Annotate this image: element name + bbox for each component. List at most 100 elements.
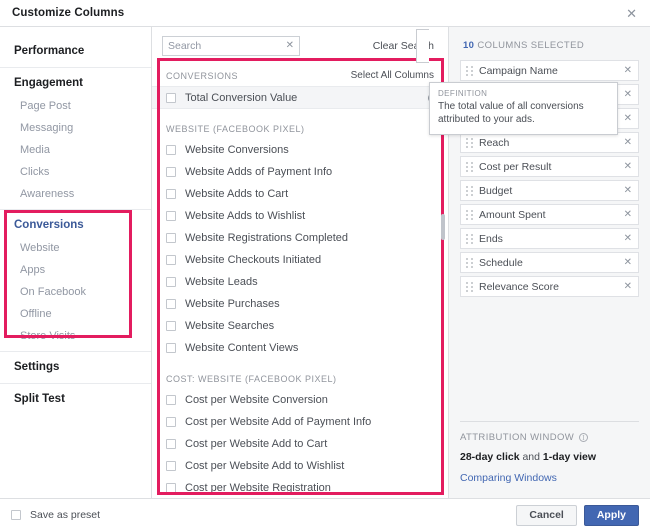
list-item-label: Website Checkouts Initiated <box>185 254 322 266</box>
list-item[interactable]: Total Conversion Value i <box>152 86 448 109</box>
sidebar-item-messaging[interactable]: Messaging <box>0 117 151 139</box>
checkbox[interactable] <box>166 145 176 155</box>
selected-column-chip[interactable]: Cost per Result ✕ <box>460 156 639 177</box>
list-item[interactable]: Website Adds of Payment Info <box>152 161 448 183</box>
sidebar-item-engagement[interactable]: Engagement <box>0 67 151 95</box>
drag-handle-icon[interactable] <box>466 65 473 76</box>
footer-actions: Cancel Apply <box>516 504 639 526</box>
checkbox[interactable] <box>166 461 176 471</box>
selected-column-chip[interactable]: Schedule ✕ <box>460 252 639 273</box>
remove-column-icon[interactable]: ✕ <box>619 113 632 124</box>
checkbox[interactable] <box>166 343 176 353</box>
sidebar-item-media[interactable]: Media <box>0 139 151 161</box>
drag-handle-icon[interactable] <box>466 209 473 220</box>
sidebar-item-performance[interactable]: Performance <box>0 39 151 63</box>
sidebar-item-page-post[interactable]: Page Post <box>0 95 151 117</box>
list-item[interactable]: Website Registrations Completed <box>152 227 448 249</box>
list-item-label: Website Adds to Cart <box>185 188 289 200</box>
selected-column-chip[interactable]: Amount Spent ✕ <box>460 204 639 225</box>
sidebar-item-label: Engagement <box>14 77 84 89</box>
attribution-and: and <box>519 451 543 463</box>
selected-columns-panel: 10 COLUMNS SELECTED Campaign Name ✕ Deli… <box>416 27 650 498</box>
list-scrollbar-thumb[interactable] <box>441 214 445 240</box>
sidebar-item-awareness[interactable]: Awareness <box>0 183 151 205</box>
save-as-preset-label: Save as preset <box>30 509 101 521</box>
drag-handle-icon[interactable] <box>466 257 473 268</box>
attribution-window-header: ATTRIBUTION WINDOW i <box>460 432 639 443</box>
checkbox[interactable] <box>11 510 21 520</box>
list-item[interactable]: Cost per Website Add to Cart <box>152 433 448 455</box>
list-item-label: Website Conversions <box>185 144 289 156</box>
remove-column-icon[interactable]: ✕ <box>619 161 632 172</box>
search-clear-icon[interactable]: ✕ <box>286 41 294 51</box>
remove-column-icon[interactable]: ✕ <box>619 137 632 148</box>
list-item[interactable]: Website Checkouts Initiated <box>152 249 448 271</box>
checkbox[interactable] <box>166 277 176 287</box>
remove-column-icon[interactable]: ✕ <box>619 65 632 76</box>
drag-handle-icon[interactable] <box>466 161 473 172</box>
tooltip-text: The total value of all conversions attri… <box>438 101 584 125</box>
sidebar-item-clicks[interactable]: Clicks <box>0 161 151 183</box>
checkbox[interactable] <box>166 167 176 177</box>
checkbox[interactable] <box>166 255 176 265</box>
close-icon[interactable]: ✕ <box>623 5 640 22</box>
list-item[interactable]: Website Adds to Cart <box>152 183 448 205</box>
list-item[interactable]: Cost per Website Registration <box>152 477 448 498</box>
sidebar-item-on-facebook[interactable]: On Facebook <box>0 281 151 303</box>
list-item[interactable]: Cost per Website Add to Wishlist <box>152 455 448 477</box>
remove-column-icon[interactable]: ✕ <box>619 185 632 196</box>
checkbox[interactable] <box>166 417 176 427</box>
list-item[interactable]: Cost per Website Conversion <box>152 389 448 411</box>
search-input[interactable] <box>163 37 299 55</box>
drag-handle-icon[interactable] <box>466 137 473 148</box>
sidebar-item-store-visits[interactable]: Store Visits <box>0 325 151 347</box>
checkbox[interactable] <box>166 321 176 331</box>
drag-handle-icon[interactable] <box>466 281 473 292</box>
sidebar-item-website[interactable]: Website <box>0 237 151 259</box>
checkbox[interactable] <box>166 211 176 221</box>
checkbox[interactable] <box>166 233 176 243</box>
sidebar-item-label: Performance <box>14 45 85 57</box>
checkbox[interactable] <box>166 299 176 309</box>
section-title: COST: WEBSITE (FACEBOOK PIXEL) <box>166 374 337 384</box>
remove-column-icon[interactable]: ✕ <box>619 281 632 292</box>
selected-column-chip[interactable]: Ends ✕ <box>460 228 639 249</box>
selected-column-chip[interactable]: Campaign Name ✕ <box>460 60 639 81</box>
select-all-columns-link[interactable]: Select All Columns <box>351 70 434 81</box>
columns-selected-header: 10 COLUMNS SELECTED <box>460 38 639 60</box>
list-item[interactable]: Website Conversions <box>152 139 448 161</box>
sidebar-item-conversions[interactable]: Conversions <box>0 209 151 237</box>
save-as-preset-toggle[interactable]: Save as preset <box>11 509 100 521</box>
checkbox[interactable] <box>166 189 176 199</box>
apply-button[interactable]: Apply <box>583 504 639 526</box>
selected-column-chip[interactable]: Relevance Score ✕ <box>460 276 639 297</box>
remove-column-icon[interactable]: ✕ <box>619 209 632 220</box>
search-box[interactable]: ✕ <box>162 36 300 56</box>
selected-column-chip[interactable]: Budget ✕ <box>460 180 639 201</box>
checkbox[interactable] <box>166 483 176 493</box>
comparing-windows-link[interactable]: Comparing Windows <box>460 472 639 484</box>
list-item-label: Website Registrations Completed <box>185 232 349 244</box>
sidebar-item-split-test[interactable]: Split Test <box>0 383 151 411</box>
checkbox[interactable] <box>166 92 176 103</box>
list-item[interactable]: Website Leads <box>152 271 448 293</box>
sidebar-item-apps[interactable]: Apps <box>0 259 151 281</box>
info-icon[interactable]: i <box>579 433 589 442</box>
remove-column-icon[interactable]: ✕ <box>619 233 632 244</box>
selected-column-chip[interactable]: Reach ✕ <box>460 132 639 153</box>
remove-column-icon[interactable]: ✕ <box>619 89 632 100</box>
columns-list-scroll[interactable]: CONVERSIONS Select All Columns Total Con… <box>152 64 448 498</box>
list-item[interactable]: Cost per Website Add of Payment Info <box>152 411 448 433</box>
sidebar-item-offline[interactable]: Offline <box>0 303 151 325</box>
list-item[interactable]: Website Purchases <box>152 293 448 315</box>
sidebar-item-settings[interactable]: Settings <box>0 351 151 379</box>
checkbox[interactable] <box>166 439 176 449</box>
list-item[interactable]: Website Adds to Wishlist <box>152 205 448 227</box>
list-item[interactable]: Website Content Views <box>152 337 448 359</box>
drag-handle-icon[interactable] <box>466 185 473 196</box>
cancel-button[interactable]: Cancel <box>516 504 577 526</box>
list-item[interactable]: Website Searches <box>152 315 448 337</box>
checkbox[interactable] <box>166 395 176 405</box>
remove-column-icon[interactable]: ✕ <box>619 257 632 268</box>
drag-handle-icon[interactable] <box>466 233 473 244</box>
